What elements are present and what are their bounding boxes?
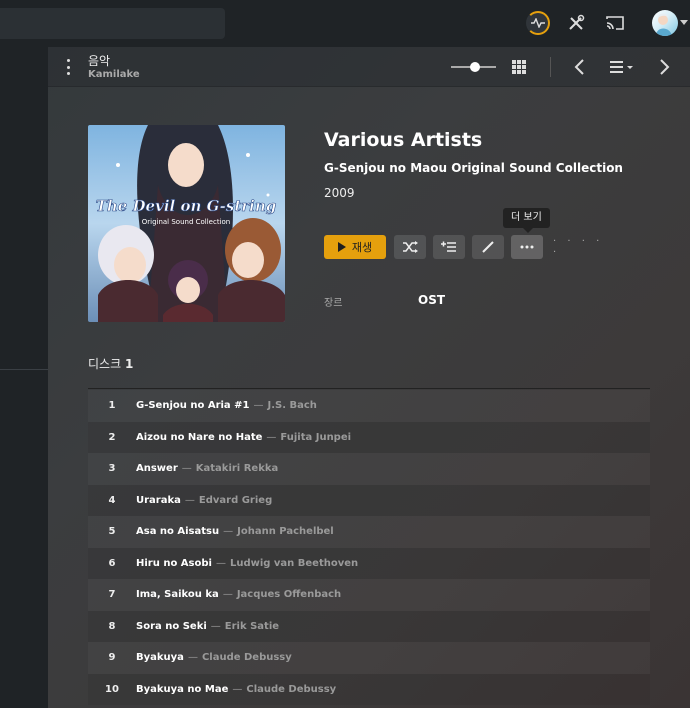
genre-value[interactable]: OST — [418, 293, 445, 307]
track-artist[interactable]: Johann Pachelbel — [237, 526, 334, 537]
add-to-queue-button[interactable] — [433, 235, 465, 259]
track-title: Hiru no Asobi — [136, 557, 212, 569]
track-list: 1 G-Senjou no Aria #1— J.S. Bach 2 Aizou no … — [88, 390, 650, 705]
cover-title: The Devil on G-string — [96, 197, 277, 215]
play-button[interactable]: 재생 — [324, 235, 386, 259]
album-panel: 음악 Kamilake The Devil on G-string Origin… — [48, 47, 690, 708]
overflow-dots: · · · · · — [553, 236, 604, 258]
separator: — — [266, 431, 277, 443]
track-number: 2 — [108, 431, 116, 443]
separator: — — [253, 400, 264, 412]
chevron-down-icon[interactable] — [680, 20, 688, 25]
track-number: 10 — [105, 683, 119, 695]
album-title: G-Senjou no Maou Original Sound Collecti… — [324, 161, 623, 175]
track-artist[interactable]: Edvard Grieg — [199, 495, 272, 506]
album-cover: The Devil on G-string Original Sound Col… — [88, 125, 285, 322]
track-row[interactable]: 3 Answer — Katakiri Rekka — [88, 453, 650, 485]
track-title: Byakuya — [136, 652, 184, 664]
track-row[interactable]: 9 Byakuya — Claude Debussy — [88, 642, 650, 674]
disc-heading: 디스크 1 — [88, 355, 133, 372]
divider — [550, 57, 551, 77]
track-number: 3 — [108, 463, 116, 475]
divider — [0, 369, 48, 370]
disc-number: 1 — [124, 357, 134, 371]
track-artist[interactable]: J.S. Bach — [268, 400, 317, 411]
separator: — — [181, 463, 192, 475]
grid-icon[interactable] — [512, 60, 526, 74]
shuffle-button[interactable] — [394, 235, 426, 259]
divider — [88, 388, 650, 389]
track-row[interactable]: 8 Sora no Seki — Erik Satie — [88, 610, 650, 642]
more-button[interactable] — [511, 235, 543, 259]
server-name: Kamilake — [88, 69, 140, 80]
tools-icon[interactable] — [563, 10, 589, 36]
track-title: Byakuya no Mae — [136, 683, 229, 695]
play-icon — [337, 242, 346, 252]
track-title: Ima, Saikou ka — [136, 589, 219, 601]
track-title: G-Senjou no Aria #1 — [136, 400, 250, 412]
library-title: 음악 — [88, 54, 111, 68]
track-artist[interactable]: Ludwig van Beethoven — [230, 558, 358, 569]
activity-icon[interactable] — [525, 10, 551, 36]
track-row[interactable]: 2 Aizou no Nare no Hate — Fujita Junpei — [88, 421, 650, 453]
track-title: Answer — [136, 463, 178, 475]
track-artist[interactable]: Claude Debussy — [246, 684, 336, 695]
size-slider-handle[interactable] — [470, 62, 480, 72]
track-artist[interactable]: Katakiri Rekka — [196, 463, 278, 474]
pencil-icon — [482, 241, 494, 253]
track-title: Asa no Aisatsu — [136, 526, 220, 538]
track-artist[interactable]: Fujita Junpei — [280, 432, 351, 443]
track-title: Aizou no Nare no Hate — [136, 431, 263, 443]
track-artist[interactable]: Claude Debussy — [202, 652, 292, 663]
track-row[interactable]: 6 Hiru no Asobi — Ludwig van Beethoven — [88, 547, 650, 579]
track-number: 6 — [108, 557, 116, 569]
track-row[interactable]: 5 Asa no Aisatsu — Johann Pachelbel — [88, 516, 650, 548]
separator: — — [232, 683, 243, 695]
genre-label: 장르 — [324, 298, 343, 309]
disc-label: 디스크 — [88, 357, 122, 371]
list-icon[interactable] — [608, 57, 633, 77]
track-number: 7 — [108, 589, 116, 601]
chevron-right-icon[interactable] — [654, 57, 674, 77]
separator: — — [187, 652, 198, 664]
track-title: Uraraka — [136, 494, 181, 506]
top-bar — [0, 0, 690, 47]
search-input[interactable] — [0, 8, 225, 39]
separator: — — [223, 526, 234, 538]
more-tooltip: 더 보기 — [503, 208, 550, 233]
separator: — — [184, 494, 195, 506]
panel-header: 음악 Kamilake — [48, 47, 690, 87]
edit-button[interactable] — [472, 235, 504, 259]
track-row[interactable]: 4 Uraraka — Edvard Grieg — [88, 484, 650, 516]
sidebar — [0, 47, 48, 708]
separator: — — [215, 557, 226, 569]
track-number: 5 — [108, 526, 116, 538]
separator: — — [222, 589, 233, 601]
track-row[interactable]: 10 Byakuya no Mae — Claude Debussy — [88, 673, 650, 705]
play-button-label: 재생 — [351, 241, 373, 254]
track-number: 9 — [108, 652, 116, 664]
more-vertical-icon[interactable] — [64, 59, 72, 75]
track-number: 1 — [108, 400, 116, 412]
album-year: 2009 — [324, 186, 355, 200]
track-title: Sora no Seki — [136, 620, 207, 632]
cast-icon[interactable] — [602, 10, 628, 36]
track-artist[interactable]: Erik Satie — [225, 621, 279, 632]
track-number: 8 — [108, 620, 116, 632]
add-to-queue-icon — [441, 241, 456, 252]
more-icon — [520, 245, 534, 249]
album-artist[interactable]: Various Artists — [324, 129, 482, 151]
track-artist[interactable]: Jacques Offenbach — [237, 589, 341, 600]
chevron-left-icon[interactable] — [570, 57, 590, 77]
separator: — — [210, 620, 221, 632]
track-number: 4 — [108, 494, 116, 506]
track-row[interactable]: 7 Ima, Saikou ka — Jacques Offenbach — [88, 579, 650, 611]
cover-subtitle: Original Sound Collection — [142, 218, 231, 226]
track-row[interactable]: 1 G-Senjou no Aria #1— J.S. Bach — [88, 390, 650, 422]
avatar[interactable] — [652, 10, 678, 36]
shuffle-icon — [403, 241, 418, 253]
